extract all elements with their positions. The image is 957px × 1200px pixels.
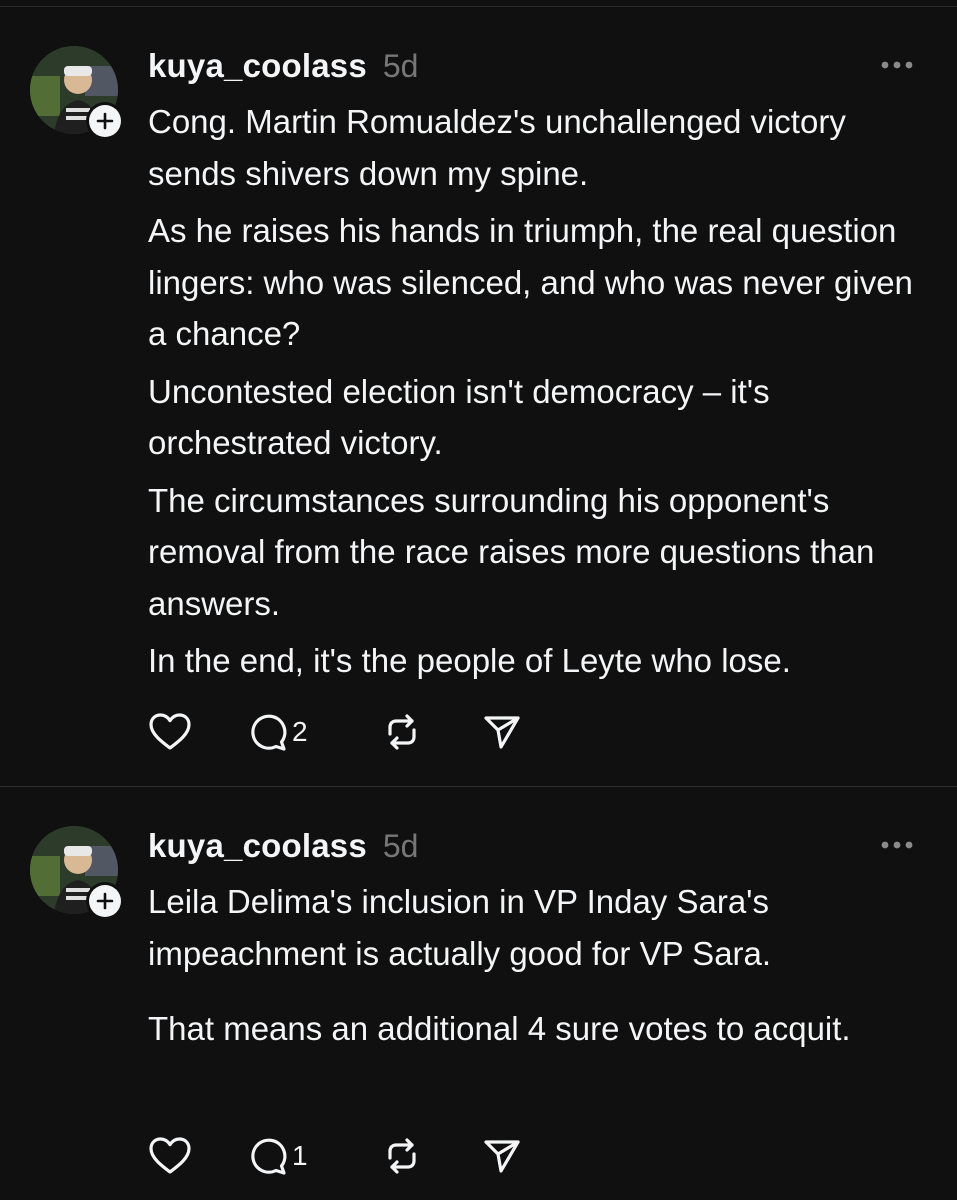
send-icon (484, 1140, 520, 1173)
repost-button[interactable] (382, 1134, 482, 1178)
thread-post: kuya_coolass 5d Leila Delima's inclusion… (0, 786, 957, 1200)
follow-button[interactable] (86, 102, 124, 140)
reply-count: 2 (292, 716, 308, 747)
post-header: kuya_coolass 5d (148, 824, 927, 868)
comment-bubble-icon (251, 714, 287, 751)
plus-icon (96, 892, 114, 910)
reply-button[interactable]: 1 (248, 1134, 382, 1178)
post-actions: 1 (148, 1134, 542, 1178)
reply-button[interactable]: 2 (248, 710, 382, 754)
comment-bubble-icon (251, 1138, 287, 1175)
send-icon (484, 716, 520, 749)
post-paragraph: Cong. Martin Romualdez's unchallenged vi… (148, 103, 846, 192)
timestamp[interactable]: 5d (383, 48, 419, 85)
author-avatar[interactable] (30, 826, 124, 920)
share-button[interactable] (482, 710, 542, 754)
post-text: Cong. Martin Romualdez's unchallenged vi… (148, 96, 937, 693)
username[interactable]: kuya_coolass (148, 827, 367, 865)
post-paragraph: That means an additional 4 sure votes to… (148, 1010, 851, 1047)
post-paragraph: In the end, it's the people of Leyte who… (148, 642, 791, 679)
reply-count: 1 (292, 1140, 308, 1171)
repost-icon (388, 714, 416, 750)
plus-icon (96, 112, 114, 130)
post-paragraph: Leila Delima's inclusion in VP Inday Sar… (148, 883, 772, 972)
like-button[interactable] (148, 710, 248, 754)
author-avatar[interactable] (30, 46, 124, 140)
post-paragraph: As he raises his hands in triumph, the r… (148, 212, 913, 352)
follow-button[interactable] (86, 882, 124, 920)
timestamp[interactable]: 5d (383, 828, 419, 865)
more-options-button[interactable] (875, 50, 919, 80)
repost-icon (388, 1138, 416, 1174)
more-options-button[interactable] (875, 830, 919, 860)
heart-icon (149, 1137, 191, 1174)
like-button[interactable] (148, 1134, 248, 1178)
username[interactable]: kuya_coolass (148, 47, 367, 85)
post-header: kuya_coolass 5d (148, 44, 927, 88)
thread-post: kuya_coolass 5d Cong. Martin Romualdez's… (0, 0, 957, 786)
share-button[interactable] (482, 1134, 542, 1178)
post-paragraph: Uncontested election isn't democracy – i… (148, 372, 770, 462)
post-paragraph: The circumstances surrounding his oppone… (148, 481, 875, 622)
post-text: Leila Delima's inclusion in VP Inday Sar… (148, 876, 937, 1079)
more-horizontal-icon (881, 61, 913, 69)
heart-icon (149, 713, 191, 750)
post-divider (0, 786, 957, 787)
repost-button[interactable] (382, 710, 482, 754)
post-actions: 2 (148, 710, 542, 754)
more-horizontal-icon (881, 841, 913, 849)
